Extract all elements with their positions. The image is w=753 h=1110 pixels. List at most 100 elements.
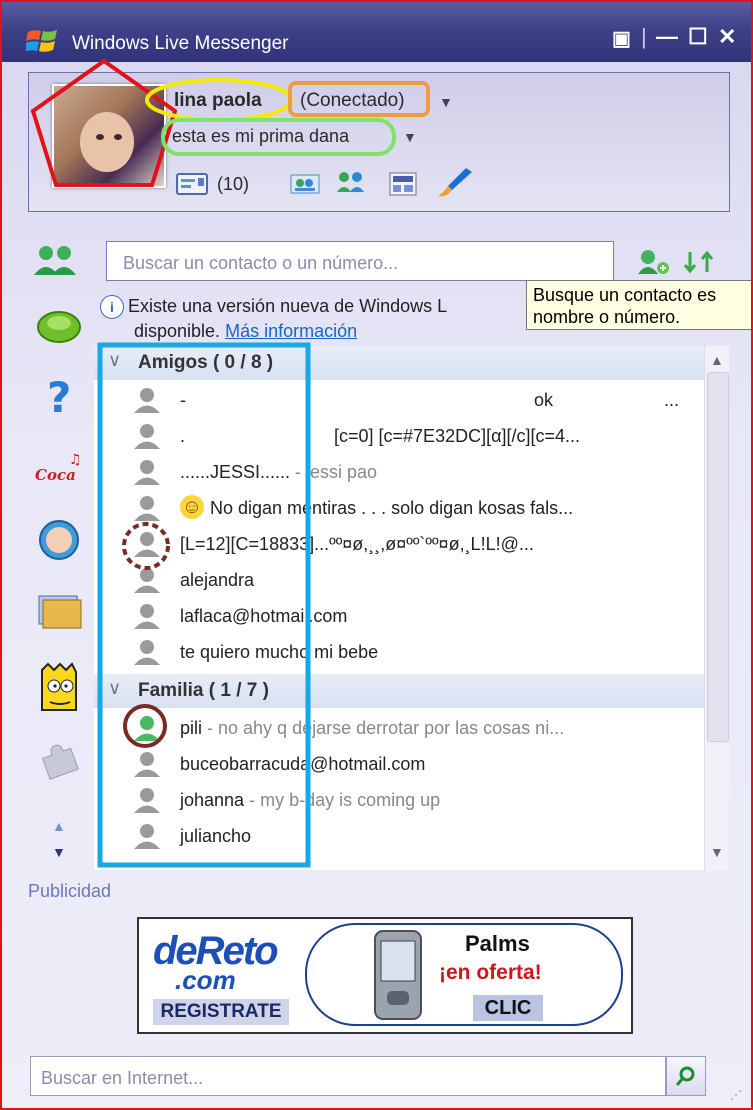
sidebar-item-games[interactable]	[32, 302, 86, 346]
display-name[interactable]: lina paola	[174, 90, 262, 112]
contact-name: pili - no ahy q dejarse derrotar por las…	[180, 718, 565, 738]
update-text-line2: disponible.	[134, 321, 221, 342]
contact-name: johanna - my b-day is coming up	[180, 790, 441, 810]
paintbrush-icon[interactable]	[436, 166, 476, 198]
contact-personal-message: - jessi pao	[290, 462, 378, 482]
contact-row[interactable]: laflaca@hotmail.com	[94, 598, 704, 634]
collapse-chevron-icon[interactable]: ∨	[108, 678, 121, 699]
sidebar-scroll-up-icon[interactable]: ▲	[52, 818, 66, 834]
sidebar-scroll-down-icon[interactable]: ▼	[52, 844, 66, 860]
info-icon: i	[100, 295, 124, 320]
group-title: Amigos ( 0 / 8 )	[138, 352, 274, 373]
contact-name: laflaca@hotmail.com	[180, 606, 348, 626]
add-contact-icon[interactable]	[636, 248, 672, 276]
contact-tail: ...	[664, 390, 680, 410]
status-label[interactable]: (Conectado)	[300, 90, 405, 112]
activities-icon[interactable]	[389, 172, 417, 196]
contact-personal-message: - my b-day is coming up	[244, 790, 441, 810]
contact-row[interactable]: alejandra	[94, 562, 704, 598]
mail-count[interactable]: (10)	[217, 174, 249, 195]
contact-name: -	[180, 390, 186, 410]
contact-status-icon	[134, 496, 160, 521]
bart-icon	[41, 662, 77, 711]
sidebar-item-photo[interactable]	[32, 518, 86, 562]
ad-register-button[interactable]: REGISTRATE	[153, 999, 289, 1025]
contact-row[interactable]: juliancho	[94, 818, 704, 854]
sidebar-item-cocacola[interactable]: Coca ♫	[32, 446, 86, 490]
contact-personal-message: - no ahy q dejarse derrotar por las cosa…	[202, 718, 565, 738]
tooltip-line2: nombre o número.	[533, 307, 681, 327]
scroll-up-icon[interactable]: ▲	[710, 352, 724, 368]
display-picture[interactable]	[52, 84, 166, 188]
more-info-link[interactable]: Más información	[225, 321, 357, 341]
ad-click-button[interactable]: CLIC	[473, 995, 543, 1021]
psm-dropdown-icon[interactable]: ▼	[403, 129, 417, 145]
contact-search-input[interactable]: Buscar un contacto o un número...	[106, 241, 614, 281]
contact-status-icon	[134, 604, 160, 629]
contact-name: .	[180, 426, 186, 446]
contact-status-icon	[134, 460, 160, 485]
sort-arrows-icon[interactable]	[682, 250, 718, 274]
web-search-button[interactable]	[666, 1056, 706, 1096]
ad-label: Publicidad	[28, 881, 112, 901]
contact-message: ok	[534, 390, 554, 410]
minimize-button[interactable]: —	[656, 24, 678, 50]
sidebar: ? Coca ♫ ▲ ▼	[20, 230, 94, 886]
contact-name: [L=12][C=18833]...ºº¤ø,¸¸,ø¤ºº`ºº¤ø,¸L!L…	[180, 534, 534, 554]
palm-device-icon	[374, 930, 422, 1020]
menu-button[interactable]: ▣	[612, 26, 631, 51]
close-button[interactable]: ✕	[718, 24, 736, 50]
search-magnifier-icon	[675, 1066, 695, 1086]
contact-row[interactable]: ......JESSI...... - jessi pao	[94, 454, 704, 490]
update-text: Existe una versión nueva de Windows L	[128, 296, 448, 316]
status-dropdown-icon[interactable]: ▼	[439, 94, 453, 110]
cards-icon	[38, 595, 82, 629]
svg-text:Coca: Coca	[35, 466, 76, 484]
collapse-chevron-icon[interactable]: ∨	[108, 350, 121, 371]
contact-list-scrollbar[interactable]: ▲ ▼	[704, 346, 729, 870]
title-bar[interactable]: Windows Live Messenger ▣ | — ☐ ✕	[2, 2, 751, 62]
contact-status-icon	[134, 752, 160, 777]
contact-row[interactable]: - ok...	[94, 382, 704, 418]
contact-row[interactable]: [L=12][C=18833]...ºº¤ø,¸¸,ø¤ºº`ºº¤ø,¸L!L…	[94, 526, 704, 562]
tooltip-line1: Busque un contacto es	[533, 285, 717, 305]
group-title: Familia ( 1 / 7 )	[138, 680, 269, 701]
avatar-face	[80, 112, 134, 172]
resize-grip-icon[interactable]: ⋰	[730, 1088, 742, 1102]
group-header-familia[interactable]: ∨ Familia ( 1 / 7 )	[94, 674, 704, 708]
contact-row[interactable]: . [c=0] [c=#7E32DC][α][/c][c=4...	[94, 418, 704, 454]
contacts-group-icon[interactable]	[335, 170, 367, 196]
contact-row[interactable]: ☺ No digan mentiras . . . solo digan kosa…	[94, 490, 704, 526]
contact-row[interactable]: te quiero mucho mi bebe	[94, 634, 704, 670]
scroll-down-icon[interactable]: ▼	[710, 844, 724, 860]
sidebar-item-puzzle[interactable]	[32, 738, 86, 782]
contact-card-icon[interactable]	[290, 172, 320, 196]
sidebar-item-help[interactable]: ?	[32, 374, 86, 418]
profile-circle-icon	[39, 520, 79, 560]
avatar-eye-right	[114, 134, 122, 140]
contact-row[interactable]: pili - no ahy q dejarse derrotar por las…	[94, 710, 704, 746]
contact-name: juliancho	[180, 826, 252, 846]
contacts-icon[interactable]	[32, 243, 82, 279]
contact-name: te quiero mucho mi bebe	[180, 642, 379, 662]
contact-status-icon	[134, 640, 160, 665]
contact-name: buceobarracuda@hotmail.com	[180, 754, 426, 774]
mail-icon[interactable]	[176, 172, 208, 196]
maximize-button[interactable]: ☐	[688, 24, 708, 50]
contact-row[interactable]: buceobarracuda@hotmail.com	[94, 746, 704, 782]
window-title: Windows Live Messenger	[72, 33, 289, 54]
contact-name: alejandra	[180, 570, 255, 590]
group-header-amigos[interactable]: ∨ Amigos ( 0 / 8 )	[94, 346, 704, 380]
sidebar-item-simpsons[interactable]	[32, 662, 86, 718]
search-tooltip: Busque un contacto es nombre o número.	[526, 280, 751, 330]
contact-row[interactable]: johanna - my b-day is coming up	[94, 782, 704, 818]
ad-banner[interactable]: deReto .com REGISTRATE Palms ¡en oferta!…	[137, 917, 633, 1034]
contact-status-icon	[134, 716, 160, 741]
help-question-icon: ?	[47, 374, 71, 418]
sidebar-item-cards[interactable]	[32, 590, 86, 634]
web-search-input[interactable]: Buscar en Internet...	[30, 1056, 666, 1096]
contact-status-icon	[134, 532, 160, 557]
green-disc-icon	[37, 311, 81, 343]
personal-message[interactable]: esta es mi prima dana	[172, 126, 349, 147]
scroll-thumb[interactable]	[707, 372, 729, 742]
